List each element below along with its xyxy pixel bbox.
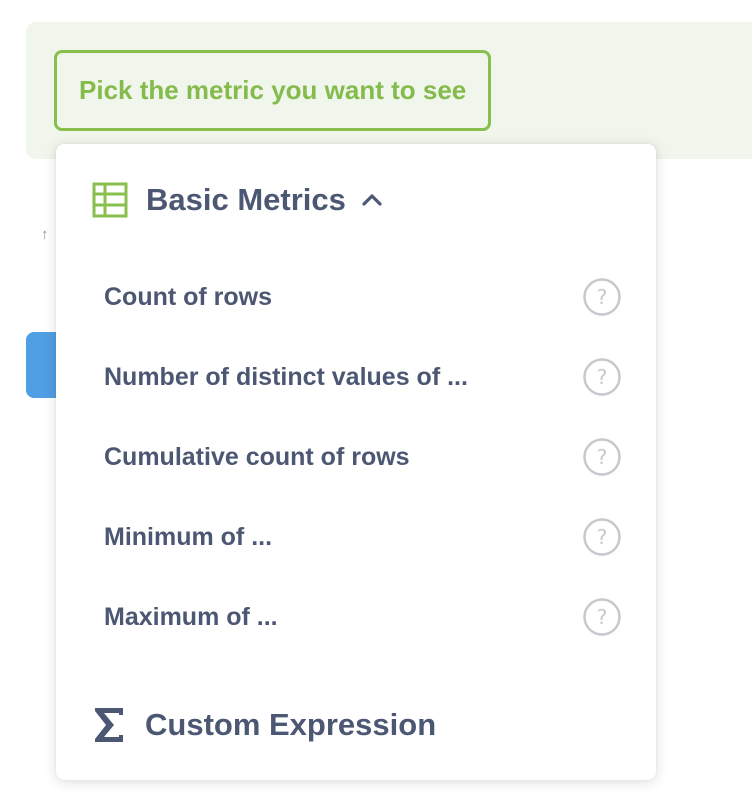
table-icon [92,182,128,218]
help-circle-icon[interactable]: ? [582,597,622,637]
section-title: Basic Metrics [146,182,346,217]
metric-label: Minimum of ... [104,523,273,551]
metric-item-distinct-values[interactable]: Number of distinct values of ... ? [56,337,656,417]
custom-expression-label: Custom Expression [145,707,437,742]
custom-expression-option[interactable]: Custom Expression [92,702,436,748]
sigma-icon [92,705,128,745]
svg-text:?: ? [597,365,608,389]
metric-item-maximum[interactable]: Maximum of ... ? [56,577,656,657]
metric-popover: Basic Metrics Count of rows ? Number of … [56,144,656,780]
help-circle-icon[interactable]: ? [582,277,622,317]
help-circle-icon[interactable]: ? [582,517,622,557]
arrow-up-icon: ↑ [41,226,49,243]
metric-label: Number of distinct values of ... [104,363,468,391]
truncated-top-text [26,0,186,4]
svg-text:?: ? [597,445,608,469]
svg-text:?: ? [597,525,608,549]
pick-metric-button[interactable]: Pick the metric you want to see [54,50,491,131]
metric-label: Maximum of ... [104,603,278,631]
chevron-up-icon[interactable] [360,188,384,212]
svg-text:?: ? [597,605,608,629]
help-circle-icon[interactable]: ? [582,357,622,397]
metric-item-count-of-rows[interactable]: Count of rows ? [56,257,656,337]
metric-item-cumulative-count[interactable]: Cumulative count of rows ? [56,417,656,497]
help-circle-icon[interactable]: ? [582,437,622,477]
metric-label: Cumulative count of rows [104,443,410,471]
metric-item-minimum[interactable]: Minimum of ... ? [56,497,656,577]
basic-metrics-header[interactable]: Basic Metrics [92,178,384,222]
svg-text:?: ? [597,285,608,309]
metric-label: Count of rows [104,283,273,311]
